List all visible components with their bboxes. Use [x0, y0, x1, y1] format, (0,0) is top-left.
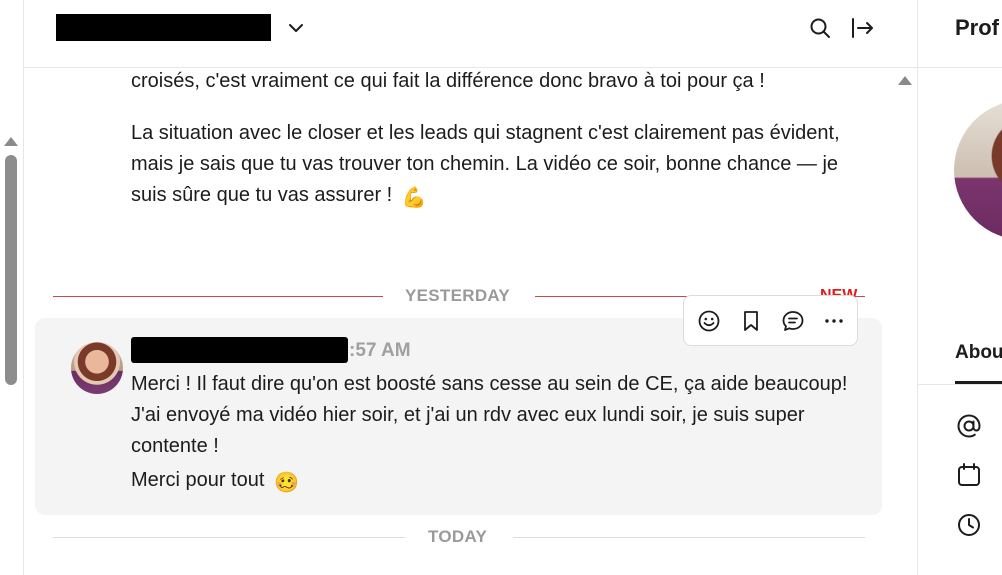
chevron-down-icon[interactable]: [286, 18, 306, 38]
conversation-pane: croisés, c'est vraiment ce qui fait la d…: [24, 0, 917, 575]
profile-panel: Prof Abou: [917, 0, 1002, 575]
message-item-hovered[interactable]: :57 AM Merci ! Il faut dire qu'on est bo…: [35, 318, 882, 515]
more-actions-icon[interactable]: [822, 309, 846, 333]
profile-title: Prof: [955, 15, 999, 40]
profile-avatar[interactable]: [954, 100, 1002, 240]
conversation-header: [24, 0, 917, 68]
add-reaction-icon[interactable]: [697, 309, 721, 333]
woozy-face-emoji: 🥴: [273, 472, 299, 494]
scroll-up-arrow-icon[interactable]: [4, 137, 18, 146]
previous-message-body: croisés, c'est vraiment ce qui fait la d…: [131, 66, 851, 235]
scrollbar-thumb[interactable]: [5, 155, 17, 385]
clock-icon: [958, 514, 980, 536]
message-body: Merci ! Il faut dire qu'on est boosté sa…: [131, 369, 851, 499]
reply-in-thread-icon[interactable]: [781, 309, 805, 333]
flexed-biceps-emoji: 💪: [401, 187, 427, 209]
date-divider-today: TODAY: [53, 527, 865, 547]
message-paragraph: croisés, c'est vraiment ce qui fait la d…: [131, 70, 765, 92]
message-paragraph: Merci ! Il faut dire qu'on est boosté sa…: [131, 373, 848, 457]
clipped-text: [998, 415, 1002, 439]
divider-line: [513, 537, 865, 538]
divider-line: [53, 296, 383, 297]
calendar-icon: [958, 463, 980, 486]
date-divider-label[interactable]: YESTERDAY: [405, 286, 510, 306]
redacted-sender-name[interactable]: [131, 337, 348, 363]
search-icon[interactable]: [808, 16, 832, 40]
bookmark-icon[interactable]: [739, 309, 763, 333]
message-paragraph: Merci pour tout 🥴: [131, 465, 851, 499]
avatar[interactable]: [71, 342, 123, 394]
scroll-up-arrow-icon[interactable]: [898, 76, 912, 85]
date-divider-label[interactable]: TODAY: [428, 527, 487, 547]
arrow-right-to-bar-icon[interactable]: [850, 15, 876, 41]
message-paragraph: La situation avec le closer et les leads…: [131, 118, 851, 214]
messages-scrollbar[interactable]: [894, 68, 917, 575]
tab-about[interactable]: Abou: [955, 342, 1002, 364]
profile-header: Prof: [918, 0, 1002, 68]
left-scrollbar[interactable]: [0, 0, 24, 575]
tab-bar-border: [918, 384, 1002, 385]
redacted-channel-name[interactable]: [56, 14, 271, 41]
message-timestamp[interactable]: :57 AM: [349, 340, 411, 362]
at-sign-icon: [957, 414, 981, 438]
message-actions-toolbar: [683, 295, 858, 346]
divider-line: [53, 537, 405, 538]
